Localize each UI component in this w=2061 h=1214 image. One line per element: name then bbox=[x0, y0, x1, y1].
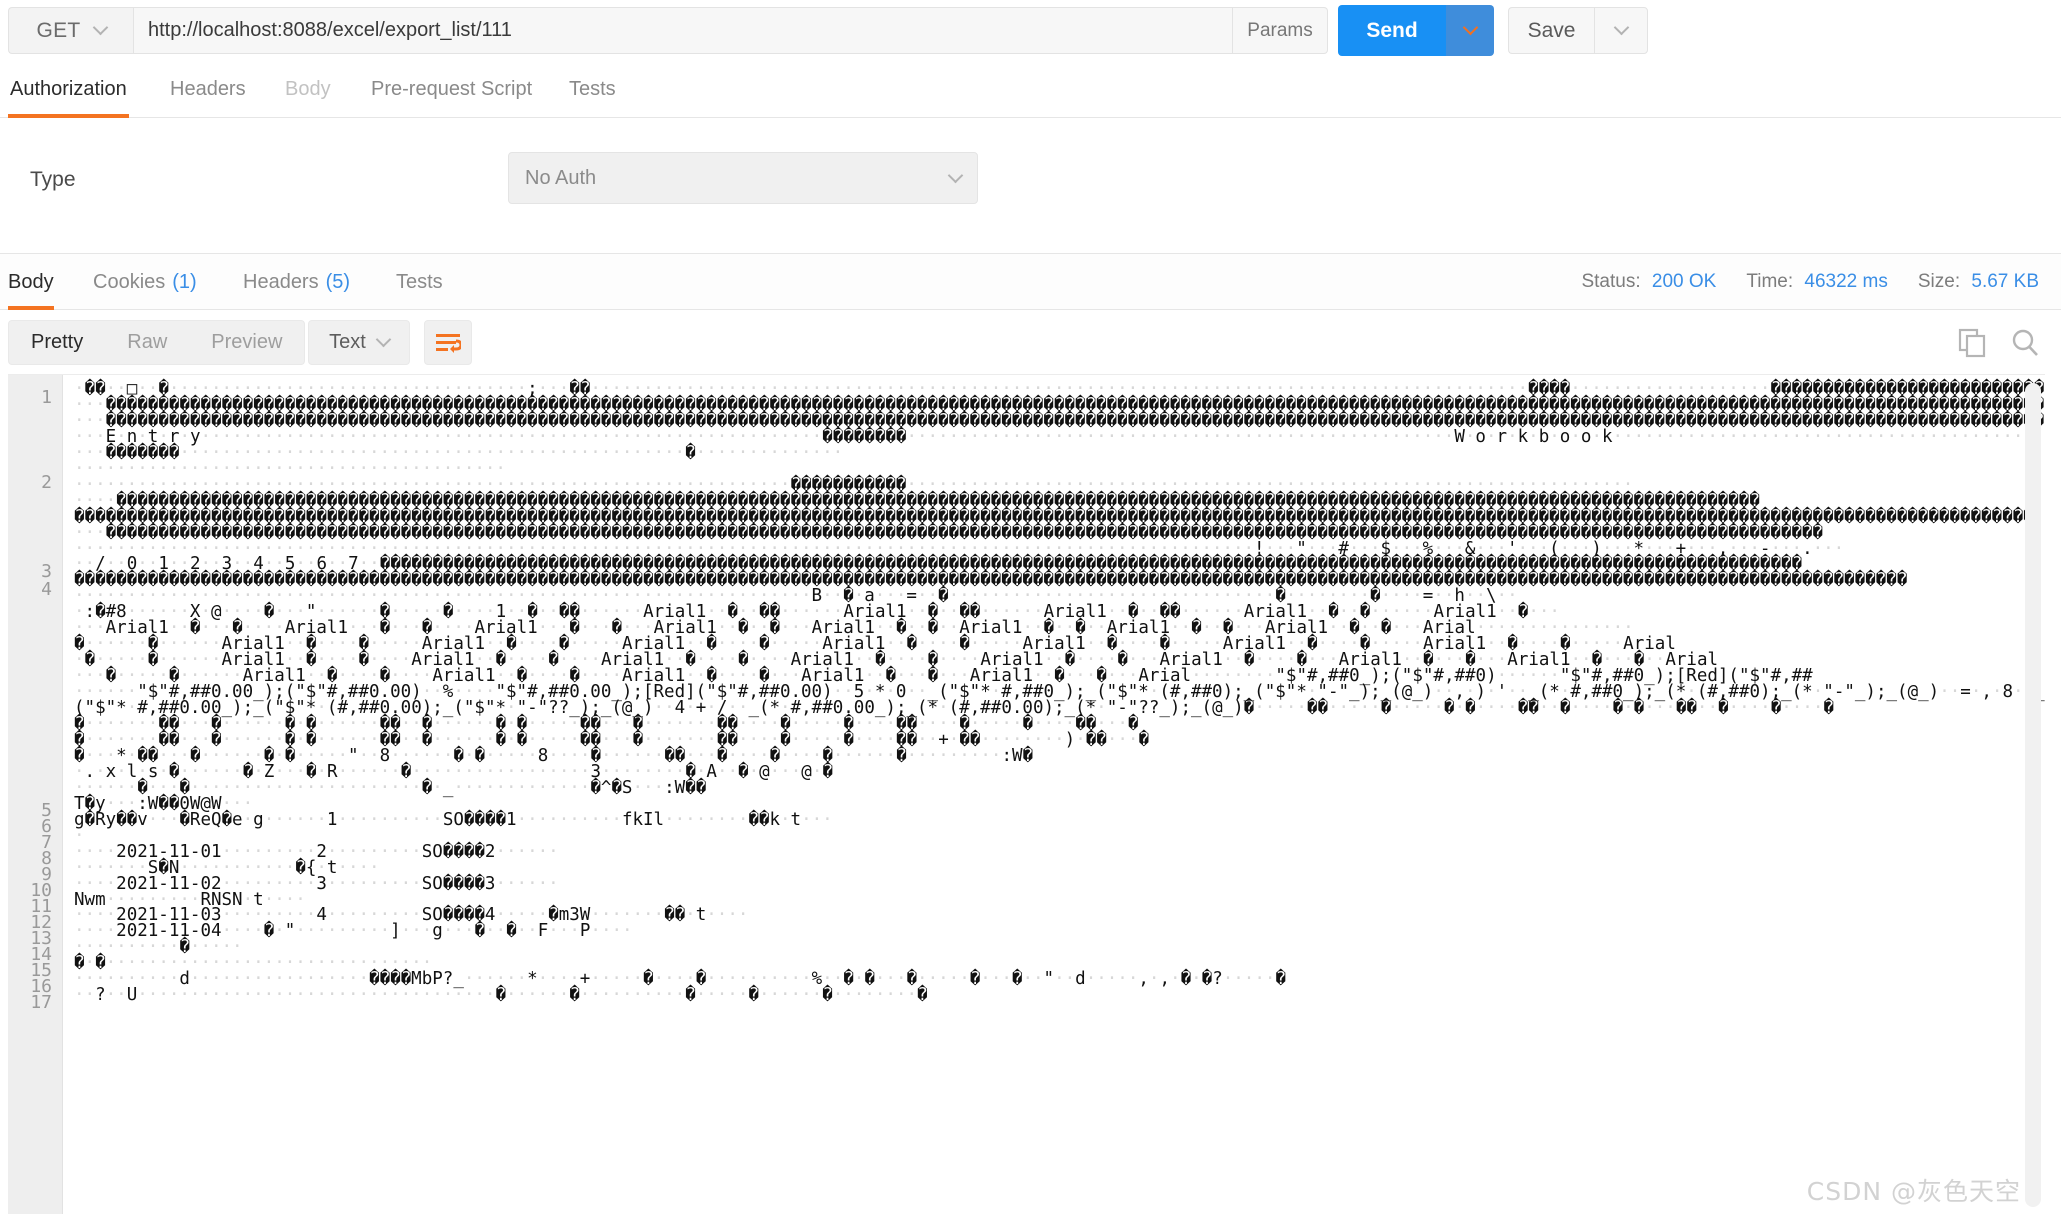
request-url-row: GET http://localhost:8088/excel/export_l… bbox=[0, 0, 2061, 60]
http-method-label: GET bbox=[36, 18, 81, 42]
auth-type-value: No Auth bbox=[525, 166, 597, 189]
chevron-down-icon bbox=[1462, 19, 1478, 36]
view-mode-preview[interactable]: Preview bbox=[189, 321, 304, 364]
response-body-toolbar: Pretty Raw Preview Text bbox=[0, 310, 2061, 374]
request-tabs: Authorization Headers Body Pre-request S… bbox=[0, 60, 2061, 173]
word-wrap-button[interactable] bbox=[424, 320, 472, 365]
tab-tests[interactable]: Tests bbox=[567, 60, 618, 118]
tab-pre-request-script[interactable]: Pre-request Script bbox=[369, 60, 534, 118]
response-size-value: 5.67 KB bbox=[1971, 271, 2039, 292]
chevron-down-icon bbox=[92, 19, 108, 36]
view-mode-pretty[interactable]: Pretty bbox=[9, 321, 105, 364]
line-number: 17 bbox=[30, 992, 52, 1013]
search-icon bbox=[2012, 329, 2038, 356]
auth-type-label: Type bbox=[30, 168, 76, 191]
response-status: Status: 200 OK bbox=[1581, 271, 1716, 293]
response-status-key: Status: bbox=[1581, 271, 1641, 292]
copy-icon bbox=[1958, 328, 1986, 358]
params-label: Params bbox=[1247, 19, 1313, 41]
response-tab-headers[interactable]: Headers (5) bbox=[243, 254, 350, 310]
word-wrap-icon bbox=[436, 333, 461, 353]
response-meta: Status: 200 OK Time: 46322 ms Size: 5.67… bbox=[1581, 254, 2039, 310]
body-line: ····2021-11-02·········3·········SO����3… bbox=[74, 873, 559, 894]
tab-body[interactable]: Body bbox=[283, 60, 333, 118]
response-tab-cookies-count: (1) bbox=[172, 270, 197, 293]
response-body-content[interactable]: ·��··□··�·······························… bbox=[64, 375, 2045, 1214]
response-tab-headers-count: (5) bbox=[325, 270, 351, 293]
tab-authorization[interactable]: Authorization bbox=[8, 60, 129, 118]
response-tab-tests-label: Tests bbox=[396, 270, 443, 293]
response-time-key: Time: bbox=[1746, 271, 1794, 292]
body-line: ··?··U··································… bbox=[74, 985, 928, 1006]
body-line: ····2021-11-04····�·"·········]···g···�·… bbox=[74, 921, 633, 942]
response-size: Size: 5.67 KB bbox=[1918, 271, 2039, 293]
chevron-down-icon bbox=[1613, 19, 1629, 36]
url-text: http://localhost:8088/excel/export_list/… bbox=[148, 19, 512, 41]
response-tab-body-label: Body bbox=[8, 270, 54, 293]
authorization-panel: Type No Auth bbox=[0, 118, 2061, 254]
response-status-value: 200 OK bbox=[1651, 271, 1717, 292]
line-number: 2 bbox=[41, 472, 52, 493]
http-method-dropdown[interactable]: GET bbox=[8, 7, 133, 54]
save-button[interactable]: Save bbox=[1508, 7, 1594, 54]
view-mode-raw[interactable]: Raw bbox=[105, 321, 189, 364]
response-time-value: 46322 ms bbox=[1804, 271, 1888, 292]
body-line: ······�···�······················�·_····… bbox=[74, 777, 707, 798]
response-time: Time: 46322 ms bbox=[1746, 271, 1888, 293]
response-tab-headers-label: Headers bbox=[243, 270, 319, 293]
view-mode-segmented-control: Pretty Raw Preview bbox=[8, 320, 306, 365]
response-size-key: Size: bbox=[1917, 271, 1961, 292]
response-tab-cookies-label: Cookies bbox=[93, 270, 166, 293]
response-tab-body[interactable]: Body bbox=[8, 254, 54, 310]
params-button[interactable]: Params bbox=[1233, 7, 1328, 54]
response-format-select[interactable]: Text bbox=[308, 320, 410, 365]
line-number: 1 bbox=[41, 387, 52, 408]
postman-app: GET http://localhost:8088/excel/export_l… bbox=[0, 0, 2061, 1214]
line-number: 4 bbox=[41, 579, 52, 600]
response-body-viewer: 1 2 3 4 5 6 7 8 9 10 11 12 13 14 15 16 17 ·��··□··�·····… bbox=[8, 374, 2045, 1214]
vertical-scrollbar[interactable] bbox=[2025, 383, 2041, 1207]
line-number-gutter: 1 2 3 4 5 6 7 8 9 10 11 12 13 14 15 16 17 bbox=[8, 375, 63, 1214]
chevron-down-icon bbox=[947, 167, 964, 183]
tab-headers[interactable]: Headers bbox=[168, 60, 248, 118]
save-options-dropdown-button[interactable] bbox=[1594, 7, 1648, 54]
search-button[interactable] bbox=[2010, 328, 2040, 363]
chevron-down-icon bbox=[375, 331, 392, 348]
send-options-dropdown-button[interactable] bbox=[1446, 5, 1494, 56]
response-format-value: Text bbox=[329, 331, 366, 353]
auth-type-select[interactable]: No Auth bbox=[508, 152, 978, 204]
copy-button[interactable] bbox=[1958, 328, 1988, 363]
response-tabs: Body Cookies (1) Headers (5) Tests Statu… bbox=[0, 254, 2061, 310]
response-tab-cookies[interactable]: Cookies (1) bbox=[93, 254, 197, 310]
response-tab-tests[interactable]: Tests bbox=[396, 254, 443, 310]
url-input[interactable]: http://localhost:8088/excel/export_list/… bbox=[133, 7, 1233, 54]
body-line: g�Ry��v···�ReQ�e·g······1··········SO���… bbox=[74, 809, 833, 830]
send-button[interactable]: Send bbox=[1338, 5, 1446, 56]
